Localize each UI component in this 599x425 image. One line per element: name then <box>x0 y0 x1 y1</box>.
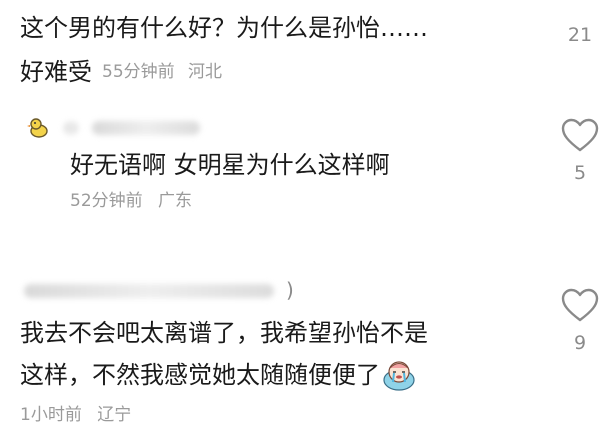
comment-meta: 1小时前 辽宁 <box>20 400 131 425</box>
duck-avatar-icon[interactable] <box>26 115 52 141</box>
comment-text-line2: 这样，不然我感觉她太随随便便了 <box>20 361 380 389</box>
username-suffix: ) <box>286 278 294 302</box>
comment-text-line1: 我去不会吧太离谱了，我希望孙怡不是 <box>20 319 428 347</box>
comment-location: 辽宁 <box>97 405 132 425</box>
comment-time: 55分钟前 <box>102 61 175 82</box>
comment-time: 1小时前 <box>20 405 82 425</box>
blurred-username <box>64 121 78 135</box>
comment-text-line2: 好难受 <box>20 57 92 86</box>
comment-row: 好难受 55分钟前 河北 <box>20 52 222 86</box>
crying-sticker-icon <box>383 361 415 391</box>
reply-text: 好无语啊 女明星为什么这样啊 <box>70 151 390 179</box>
heart-icon[interactable] <box>560 116 599 156</box>
comment-meta: 55分钟前 河北 <box>102 57 222 82</box>
comment-text-row: 这样，不然我感觉她太随随便便了 <box>20 358 416 392</box>
blurred-username <box>92 121 200 135</box>
like-count: 9 <box>573 332 587 354</box>
comment-location: 河北 <box>188 61 223 82</box>
reply-time: 52分钟前 <box>70 191 143 211</box>
reply-meta: 52分钟前 广东 <box>70 186 192 211</box>
like-count: 5 <box>573 162 587 184</box>
heart-icon[interactable] <box>560 286 599 326</box>
reply-location: 广东 <box>158 191 193 211</box>
like-count: 21 <box>567 24 593 46</box>
comment-text-line1: 这个男的有什么好？为什么是孙怡…… <box>20 14 428 42</box>
blurred-username <box>24 284 274 298</box>
